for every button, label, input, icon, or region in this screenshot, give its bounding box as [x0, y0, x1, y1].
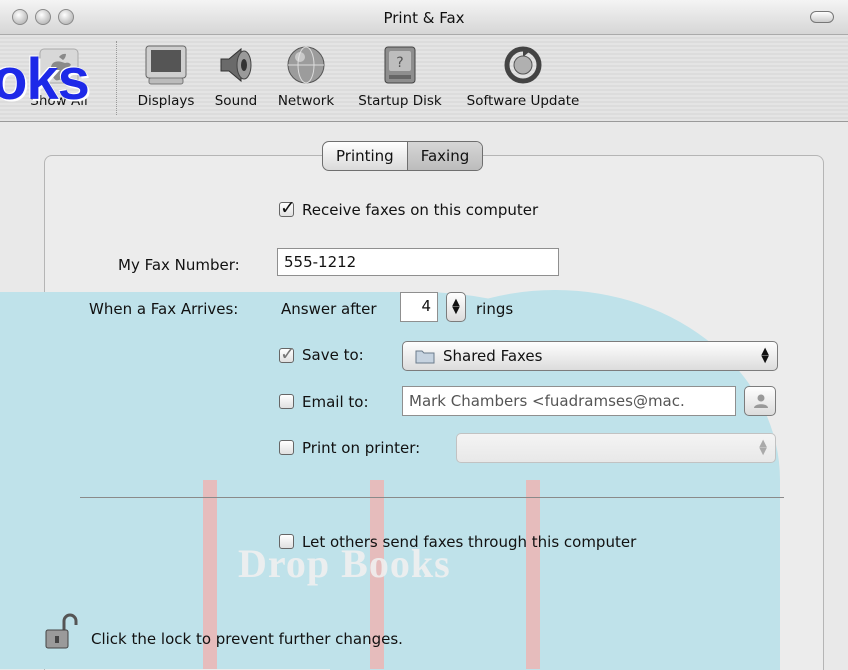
- toolbar-toggle-button[interactable]: [810, 11, 834, 23]
- receive-faxes-label: Receive faxes on this computer: [302, 201, 539, 219]
- toolbar-label: Sound: [214, 93, 258, 109]
- toolbar-item-startup-disk[interactable]: ? Startup Disk: [350, 35, 450, 121]
- person-icon: [754, 394, 768, 408]
- answer-after-label: Answer after: [281, 300, 377, 318]
- rings-stepper[interactable]: ▲ ▼: [446, 292, 466, 322]
- toolbar-label: Startup Disk: [358, 93, 442, 109]
- toolbar-item-network[interactable]: Network: [268, 35, 344, 121]
- speaker-icon: [220, 47, 252, 83]
- share-fax-label: Let others send faxes through this compu…: [302, 533, 637, 551]
- toolbar: Show All Displays Sound Network ? Startu…: [0, 35, 848, 122]
- toolbar-label: Displays: [137, 93, 195, 109]
- popup-arrows-icon: ▲ ▼: [761, 346, 769, 365]
- rings-field[interactable]: 4: [400, 292, 438, 322]
- folder-icon: [415, 350, 435, 364]
- tab-control: Printing Faxing: [322, 141, 484, 171]
- share-fax-checkbox[interactable]: [279, 534, 294, 549]
- fax-number-field[interactable]: 555-1212: [277, 248, 559, 276]
- save-to-label: Save to:: [302, 346, 364, 364]
- globe-icon: [287, 46, 325, 84]
- toolbar-item-displays[interactable]: Displays: [128, 35, 204, 121]
- watermark-text: oks: [0, 47, 90, 112]
- printer-popup[interactable]: ▲ ▼: [456, 433, 776, 463]
- toolbar-item-sound[interactable]: Sound: [206, 35, 266, 121]
- popup-arrows-icon: ▲ ▼: [759, 438, 767, 457]
- save-to-value: Shared Faxes: [443, 347, 543, 365]
- disk-icon: ?: [384, 46, 416, 84]
- display-icon: [145, 45, 187, 85]
- email-to-checkbox[interactable]: [279, 394, 294, 409]
- toolbar-label: Software Update: [466, 93, 580, 109]
- toolbar-label: Network: [277, 93, 335, 109]
- tab-faxing[interactable]: Faxing: [406, 142, 483, 170]
- fax-arrives-label: When a Fax Arrives:: [89, 300, 239, 318]
- lock-button[interactable]: [44, 612, 80, 652]
- email-to-field[interactable]: Mark Chambers <fuadramses@mac.: [402, 386, 736, 416]
- watermark-stripe: [526, 480, 540, 669]
- rings-label: rings: [476, 300, 514, 318]
- print-on-printer-checkbox[interactable]: [279, 440, 294, 455]
- update-icon: [504, 46, 542, 84]
- tab-printing[interactable]: Printing: [323, 142, 407, 170]
- window-title: Print & Fax: [383, 9, 465, 27]
- save-to-checkbox[interactable]: [279, 343, 296, 365]
- stepper-arrows-icon: ▲ ▼: [452, 297, 460, 316]
- lock-text: Click the lock to prevent further change…: [91, 630, 403, 648]
- divider: [80, 497, 784, 498]
- receive-faxes-checkbox[interactable]: [279, 197, 296, 219]
- address-book-button[interactable]: [744, 386, 776, 416]
- unlocked-lock-icon: [45, 613, 78, 649]
- fax-number-label: My Fax Number:: [118, 256, 240, 274]
- svg-text:?: ?: [396, 55, 403, 71]
- email-to-label: Email to:: [302, 393, 369, 411]
- toolbar-item-software-update[interactable]: Software Update: [460, 35, 586, 121]
- title-bar: Print & Fax: [0, 0, 848, 35]
- print-on-printer-label: Print on printer:: [302, 439, 421, 457]
- toolbar-separator: [116, 41, 118, 115]
- save-to-popup[interactable]: Shared Faxes ▲ ▼: [402, 341, 778, 371]
